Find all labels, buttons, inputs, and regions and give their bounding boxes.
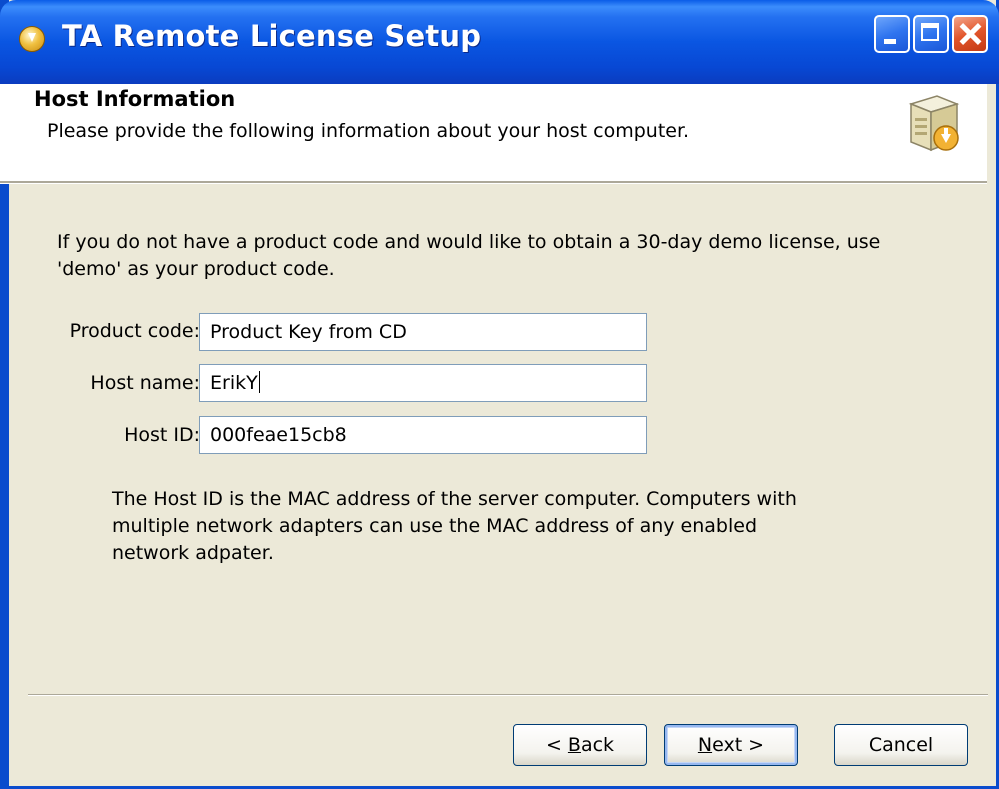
cancel-button[interactable]: Cancel xyxy=(834,724,968,766)
install-box-icon xyxy=(908,95,960,152)
host-name-field[interactable]: ErikY xyxy=(199,364,647,402)
page-subtitle: Please provide the following information… xyxy=(47,120,690,142)
next-mnemonic: N xyxy=(697,734,713,756)
maximize-button[interactable] xyxy=(913,15,949,53)
window-title: TA Remote License Setup xyxy=(62,19,482,53)
product-code-label: Product code: xyxy=(69,320,200,342)
demo-instructions: If you do not have a product code and wo… xyxy=(57,231,881,280)
title-bar[interactable]: TA Remote License Setup xyxy=(0,0,999,84)
next-rest: ext > xyxy=(712,734,765,756)
back-button[interactable]: < Back xyxy=(513,724,647,766)
header-divider xyxy=(0,181,987,184)
app-install-icon[interactable] xyxy=(19,26,45,52)
host-id-field[interactable]: 000feae15cb8 xyxy=(199,416,647,454)
host-name-label: Host name: xyxy=(90,372,200,394)
minimize-button[interactable] xyxy=(874,15,910,53)
text-caret xyxy=(258,371,260,393)
footer-divider xyxy=(28,694,988,696)
page-title: Host Information xyxy=(34,87,236,111)
back-rest: ack xyxy=(580,734,615,756)
host-id-note: The Host ID is the MAC address of the se… xyxy=(112,488,797,564)
back-mnemonic: B xyxy=(567,734,581,756)
host-name-value: ErikY xyxy=(210,372,258,394)
next-button[interactable]: Next > xyxy=(664,724,798,766)
back-prefix: < xyxy=(545,734,568,756)
close-button[interactable] xyxy=(952,15,988,53)
host-id-label: Host ID: xyxy=(124,424,200,446)
product-code-field[interactable]: Product Key from CD xyxy=(199,313,647,351)
